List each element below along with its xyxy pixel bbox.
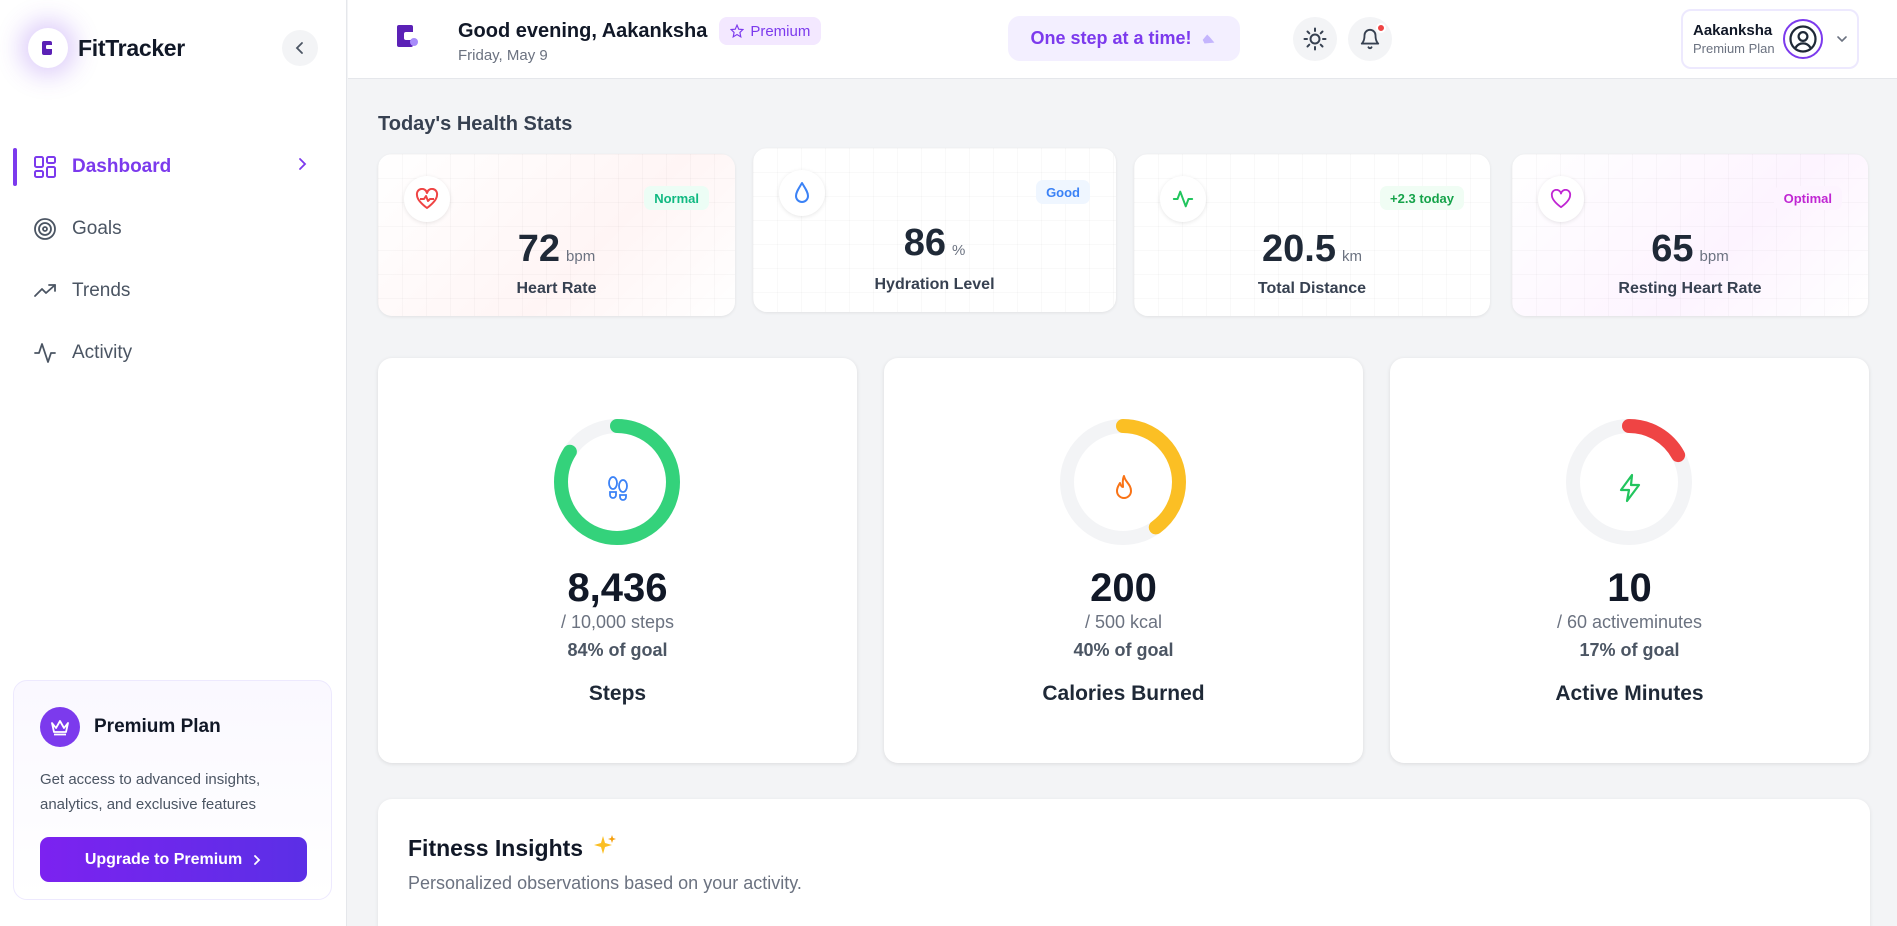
stat-unit: bpm [566, 248, 596, 265]
notification-dot [1376, 23, 1386, 33]
brand-name: FitTracker [78, 34, 185, 61]
lightning-icon [1610, 468, 1650, 508]
sidebar-item-label: Trends [72, 280, 131, 301]
sidebar: FitTracker Dashboard Goals Trends Activi… [0, 0, 347, 926]
stat-card-distance[interactable]: +2.3 today 20.5 km Total Distance [1134, 154, 1490, 316]
top-header: Good evening, Aakanksha Premium Friday, … [348, 0, 1897, 79]
sidebar-item-activity[interactable]: Activity [0, 322, 347, 384]
flame-icon [1104, 468, 1144, 508]
status-badge: Normal [644, 186, 709, 210]
sidebar-item-goals[interactable]: Goals [0, 198, 347, 260]
sidebar-item-dashboard[interactable]: Dashboard [0, 136, 347, 198]
goal-percent: 40% of goal [1073, 640, 1174, 660]
sidebar-item-label: Goals [72, 218, 122, 239]
app-logo-icon [394, 22, 422, 57]
stat-unit: bpm [1699, 248, 1729, 265]
stat-label: Heart Rate [516, 280, 597, 297]
status-badge: Good [1036, 180, 1090, 204]
goal-card-calories[interactable]: 200 / 500 kcal 40% of goal Calories Burn… [884, 358, 1363, 763]
goal-value: 200 [1090, 566, 1157, 610]
goal-label: Calories Burned [1042, 682, 1205, 705]
status-badge: Optimal [1773, 186, 1842, 210]
sidebar-item-label: Activity [72, 342, 133, 363]
stat-unit: % [951, 242, 966, 259]
sneaker-icon [1202, 34, 1214, 43]
stat-unit: km [1341, 248, 1362, 265]
insights-title: Fitness Insights [408, 834, 584, 861]
user-circle-icon [1789, 25, 1817, 53]
goal-target: / 60 activeminutes [1556, 612, 1703, 632]
motivation-banner: One step at a time! [1008, 16, 1240, 61]
stat-value: 72 [517, 228, 561, 270]
fitness-insights-card: Fitness Insights Personalized observatio… [378, 799, 1870, 926]
greeting: Good evening, Aakanksha [458, 19, 708, 42]
user-menu[interactable]: Aakanksha Premium Plan [1681, 9, 1859, 69]
upgrade-to-premium-button[interactable]: Upgrade to Premium [40, 837, 307, 882]
chevron-left-icon [295, 42, 303, 54]
current-date: Friday, May 9 [458, 47, 548, 64]
stat-value: 65 [1651, 228, 1694, 270]
section-title: Today's Health Stats [378, 113, 573, 135]
sparkles-icon [593, 833, 617, 863]
sun-icon [1303, 27, 1327, 51]
theme-toggle-button[interactable] [1293, 17, 1337, 61]
goal-card-steps[interactable]: 8,436 / 10,000 steps 84% of goal Steps [378, 358, 857, 763]
user-name: Aakanksha [1693, 22, 1773, 39]
goal-target: / 500 kcal [1084, 612, 1163, 632]
stat-card-heart-rate[interactable]: Normal 72 bpm Heart Rate [378, 154, 735, 316]
crown-icon [40, 707, 80, 747]
premium-plan-card: Premium Plan Get access to advanced insi… [13, 680, 332, 900]
premium-description: Get access to advanced insights, analyti… [40, 771, 261, 813]
insights-subtitle: Personalized observations based on your … [408, 873, 802, 893]
target-icon [32, 216, 58, 242]
trending-up-icon [32, 278, 58, 304]
goal-card-active-minutes[interactable]: 10 / 60 activeminutes 17% of goal Active… [1390, 358, 1869, 763]
activity-pulse-icon [32, 340, 58, 366]
motto-text: One step at a time! [1030, 28, 1192, 48]
goal-percent: 17% of goal [1579, 640, 1680, 660]
status-badge: +2.3 today [1380, 186, 1464, 210]
sidebar-nav: Dashboard Goals Trends Activity [0, 136, 347, 384]
heart-icon [1538, 176, 1584, 222]
premium-badge-label: Premium [750, 22, 811, 40]
goal-label: Steps [588, 682, 647, 705]
premium-title: Premium Plan [94, 716, 221, 737]
goal-percent: 84% of goal [567, 640, 668, 660]
chevron-right-icon [297, 157, 309, 176]
goal-target: / 10,000 steps [560, 612, 675, 632]
sidebar-item-label: Dashboard [72, 156, 172, 177]
chevron-right-icon [254, 854, 261, 865]
sidebar-item-trends[interactable]: Trends [0, 260, 347, 322]
stat-label: Total Distance [1257, 280, 1367, 297]
stat-card-resting-heart-rate[interactable]: Optimal 65 bpm Resting Heart Rate [1512, 154, 1868, 316]
stat-value: 86 [903, 222, 946, 264]
chevron-down-icon [1836, 31, 1848, 49]
goal-value: 8,436 [567, 566, 668, 610]
star-icon [730, 24, 745, 38]
stat-label: Hydration Level [874, 276, 995, 293]
dashboard-grid-icon [32, 154, 58, 180]
user-plan: Premium Plan [1693, 41, 1775, 56]
stat-card-hydration[interactable]: Good 86% Hydration Level [753, 148, 1116, 312]
premium-badge: Premium [719, 17, 822, 45]
droplet-icon [779, 170, 825, 216]
goal-label: Active Minutes [1555, 682, 1704, 705]
brand[interactable]: FitTracker [28, 28, 185, 68]
upgrade-button-label: Upgrade to Premium [84, 850, 243, 868]
footprints-icon [598, 468, 638, 508]
avatar [1783, 19, 1823, 59]
goal-value: 10 [1607, 566, 1652, 610]
brand-logo-icon [28, 28, 68, 68]
notifications-button[interactable] [1348, 17, 1392, 61]
heart-pulse-icon [404, 176, 450, 222]
activity-icon [1160, 176, 1206, 222]
stat-value: 20.5 [1262, 228, 1336, 270]
collapse-sidebar-button[interactable] [282, 30, 318, 66]
stat-label: Resting Heart Rate [1618, 280, 1762, 297]
